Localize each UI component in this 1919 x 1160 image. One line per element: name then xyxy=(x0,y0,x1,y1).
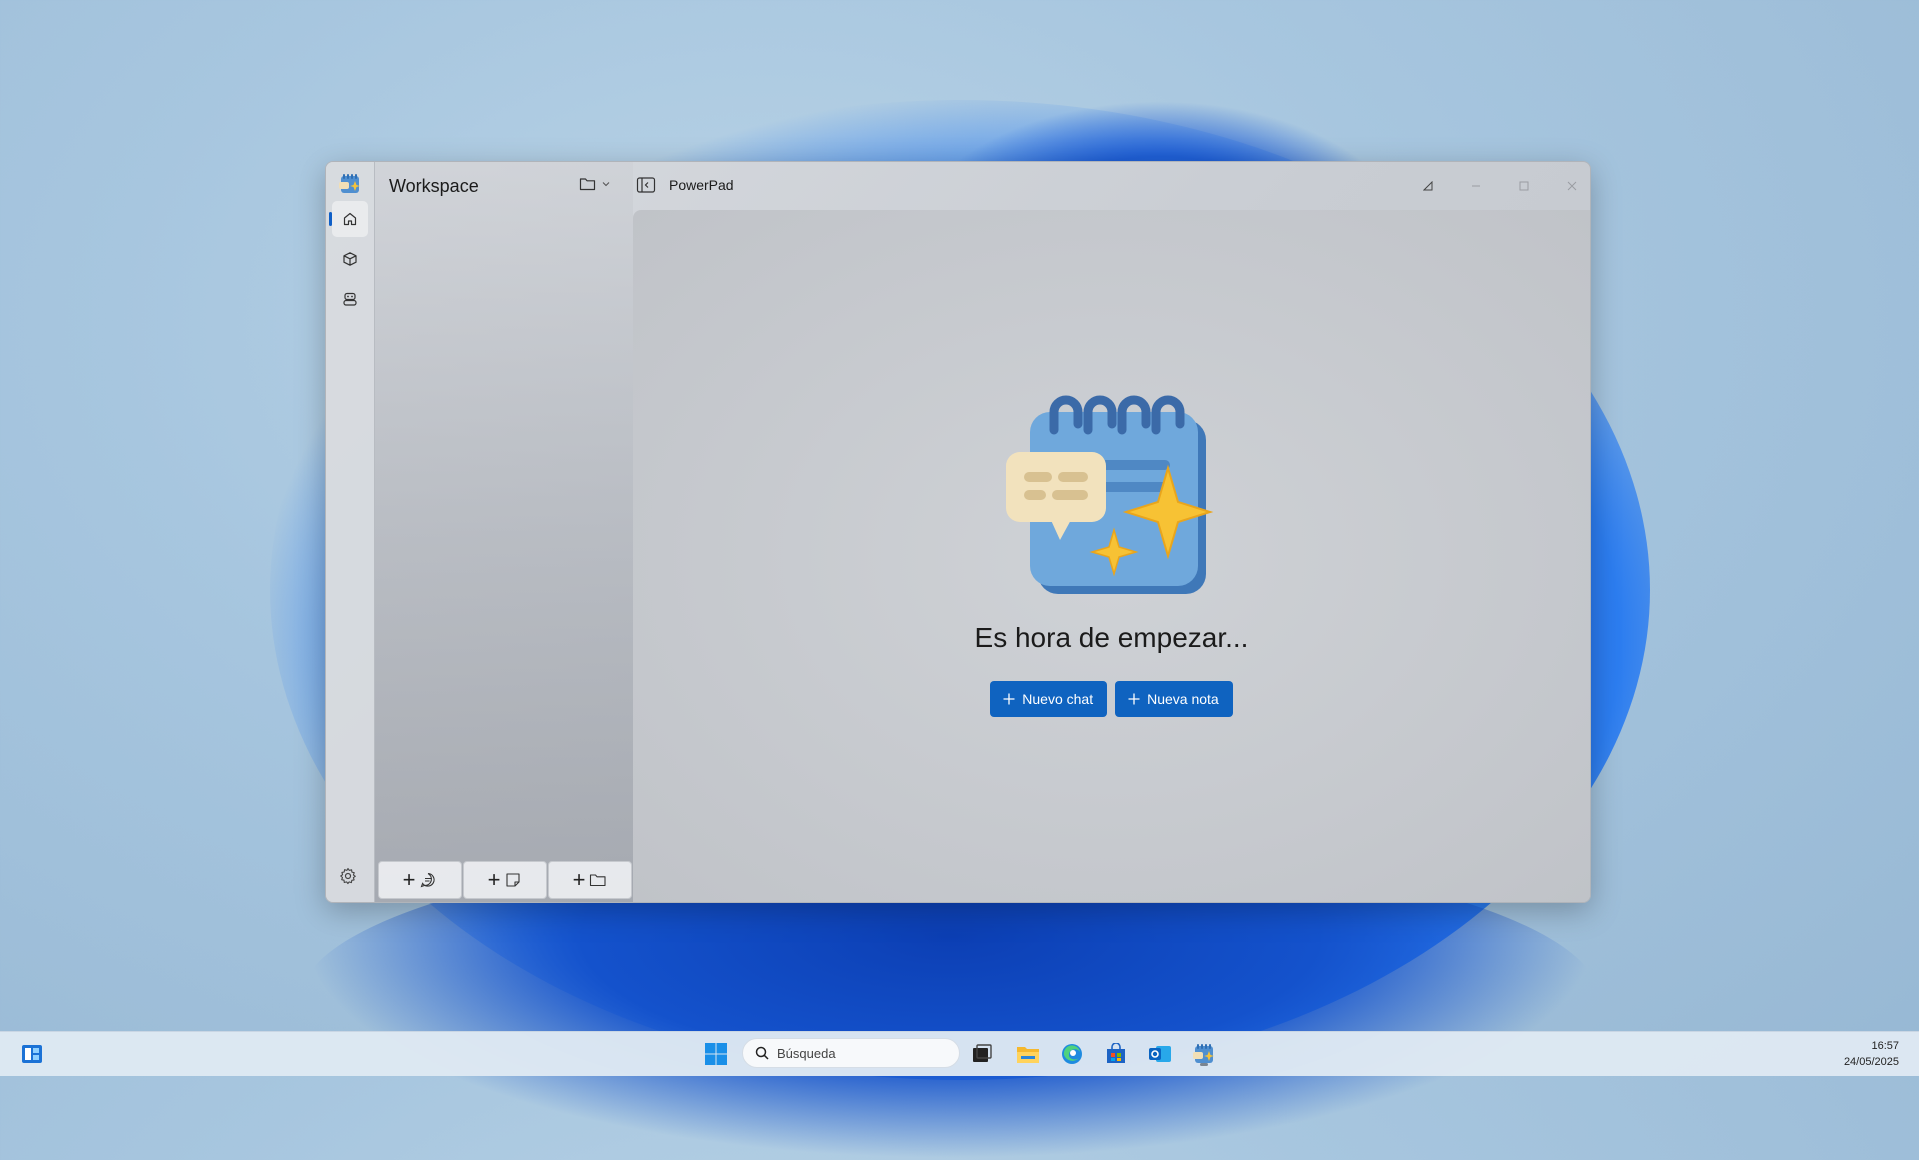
note-icon xyxy=(506,873,520,887)
plus-icon xyxy=(1128,693,1140,705)
nav-models-button[interactable] xyxy=(332,241,368,277)
main-content: Es hora de empezar... Nuevo chat Nueva n… xyxy=(633,210,1590,902)
clock-date: 24/05/2025 xyxy=(1843,1056,1899,1068)
new-note-label: Nueva nota xyxy=(1147,691,1219,707)
folder-icon xyxy=(590,874,606,887)
system-clock[interactable]: 16:57 24/05/2025 xyxy=(1844,1038,1899,1070)
start-button[interactable] xyxy=(702,1040,730,1068)
new-chat-button[interactable]: Nuevo chat xyxy=(990,681,1108,717)
add-chat-button[interactable]: + xyxy=(378,861,462,899)
close-icon xyxy=(1567,181,1577,191)
maximize-icon xyxy=(1519,181,1529,191)
outlook-button[interactable] xyxy=(1146,1040,1174,1068)
settings-button[interactable] xyxy=(339,867,357,890)
minimize-icon xyxy=(1472,185,1480,187)
store-button[interactable] xyxy=(1102,1040,1130,1068)
edge-icon xyxy=(1062,1044,1082,1064)
edge-browser-button[interactable] xyxy=(1058,1040,1086,1068)
add-note-button[interactable]: + xyxy=(463,861,547,899)
file-explorer-icon xyxy=(1017,1047,1039,1063)
home-icon xyxy=(343,212,357,226)
active-indicator xyxy=(329,212,332,226)
bot-icon xyxy=(343,292,357,306)
powerpad-taskbar-button[interactable] xyxy=(1190,1040,1218,1068)
folder-icon xyxy=(579,178,596,191)
app-logo-icon xyxy=(339,174,360,193)
cube-icon xyxy=(343,252,357,266)
clock-time: 16:57 xyxy=(1871,1040,1899,1052)
task-view-icon xyxy=(973,1044,992,1062)
folder-dropdown-button[interactable] xyxy=(579,176,611,192)
welcome-heading: Es hora de empezar... xyxy=(974,622,1249,653)
store-icon xyxy=(1107,1043,1125,1063)
search-placeholder: Búsqueda xyxy=(777,1045,836,1061)
taskbar-search[interactable]: Búsqueda xyxy=(742,1038,960,1068)
minimize-button[interactable] xyxy=(1466,176,1486,196)
title-bar: PowerPad xyxy=(636,162,1590,210)
powerpad-window: Workspace + + + PowerPad Es hora de empe… xyxy=(325,161,1591,903)
nav-home-button[interactable] xyxy=(329,201,368,237)
plus-icon: + xyxy=(487,867,501,892)
quick-actions: Nuevo chat Nueva nota xyxy=(633,681,1590,717)
nav-rail xyxy=(326,162,375,902)
running-indicator xyxy=(1200,1063,1208,1066)
widgets-icon xyxy=(22,1045,42,1063)
notebook-sparkles-icon xyxy=(1005,395,1213,594)
close-button[interactable] xyxy=(1562,176,1582,196)
hero-illustration xyxy=(633,390,1590,605)
gear-icon xyxy=(340,867,356,885)
app-title: PowerPad xyxy=(669,177,734,193)
taskbar: Búsqueda 16:57 24/05/2025 xyxy=(0,1031,1919,1076)
task-view-button[interactable] xyxy=(968,1040,996,1068)
outlook-icon xyxy=(1149,1046,1171,1062)
chevron-down-icon xyxy=(602,182,610,187)
compact-overlay-button[interactable] xyxy=(1418,176,1438,196)
file-explorer-button[interactable] xyxy=(1014,1040,1042,1068)
workspace-panel: Workspace + + + xyxy=(375,162,633,902)
resize-corner-icon xyxy=(1423,181,1433,191)
nav-agents-button[interactable] xyxy=(332,281,368,317)
workspace-title: Workspace xyxy=(389,176,479,196)
new-note-button[interactable]: Nueva nota xyxy=(1115,681,1233,717)
chat-bubble-icon xyxy=(421,872,436,888)
plus-icon: + xyxy=(572,867,586,892)
widgets-button[interactable] xyxy=(18,1040,46,1068)
plus-icon xyxy=(1003,693,1015,705)
windows-logo-icon xyxy=(705,1043,727,1065)
plus-icon: + xyxy=(402,867,416,892)
add-folder-button[interactable]: + xyxy=(548,861,632,899)
new-chat-label: Nuevo chat xyxy=(1022,691,1094,707)
maximize-button[interactable] xyxy=(1514,176,1534,196)
search-icon xyxy=(755,1046,769,1060)
panel-toggle-icon[interactable] xyxy=(636,176,656,194)
